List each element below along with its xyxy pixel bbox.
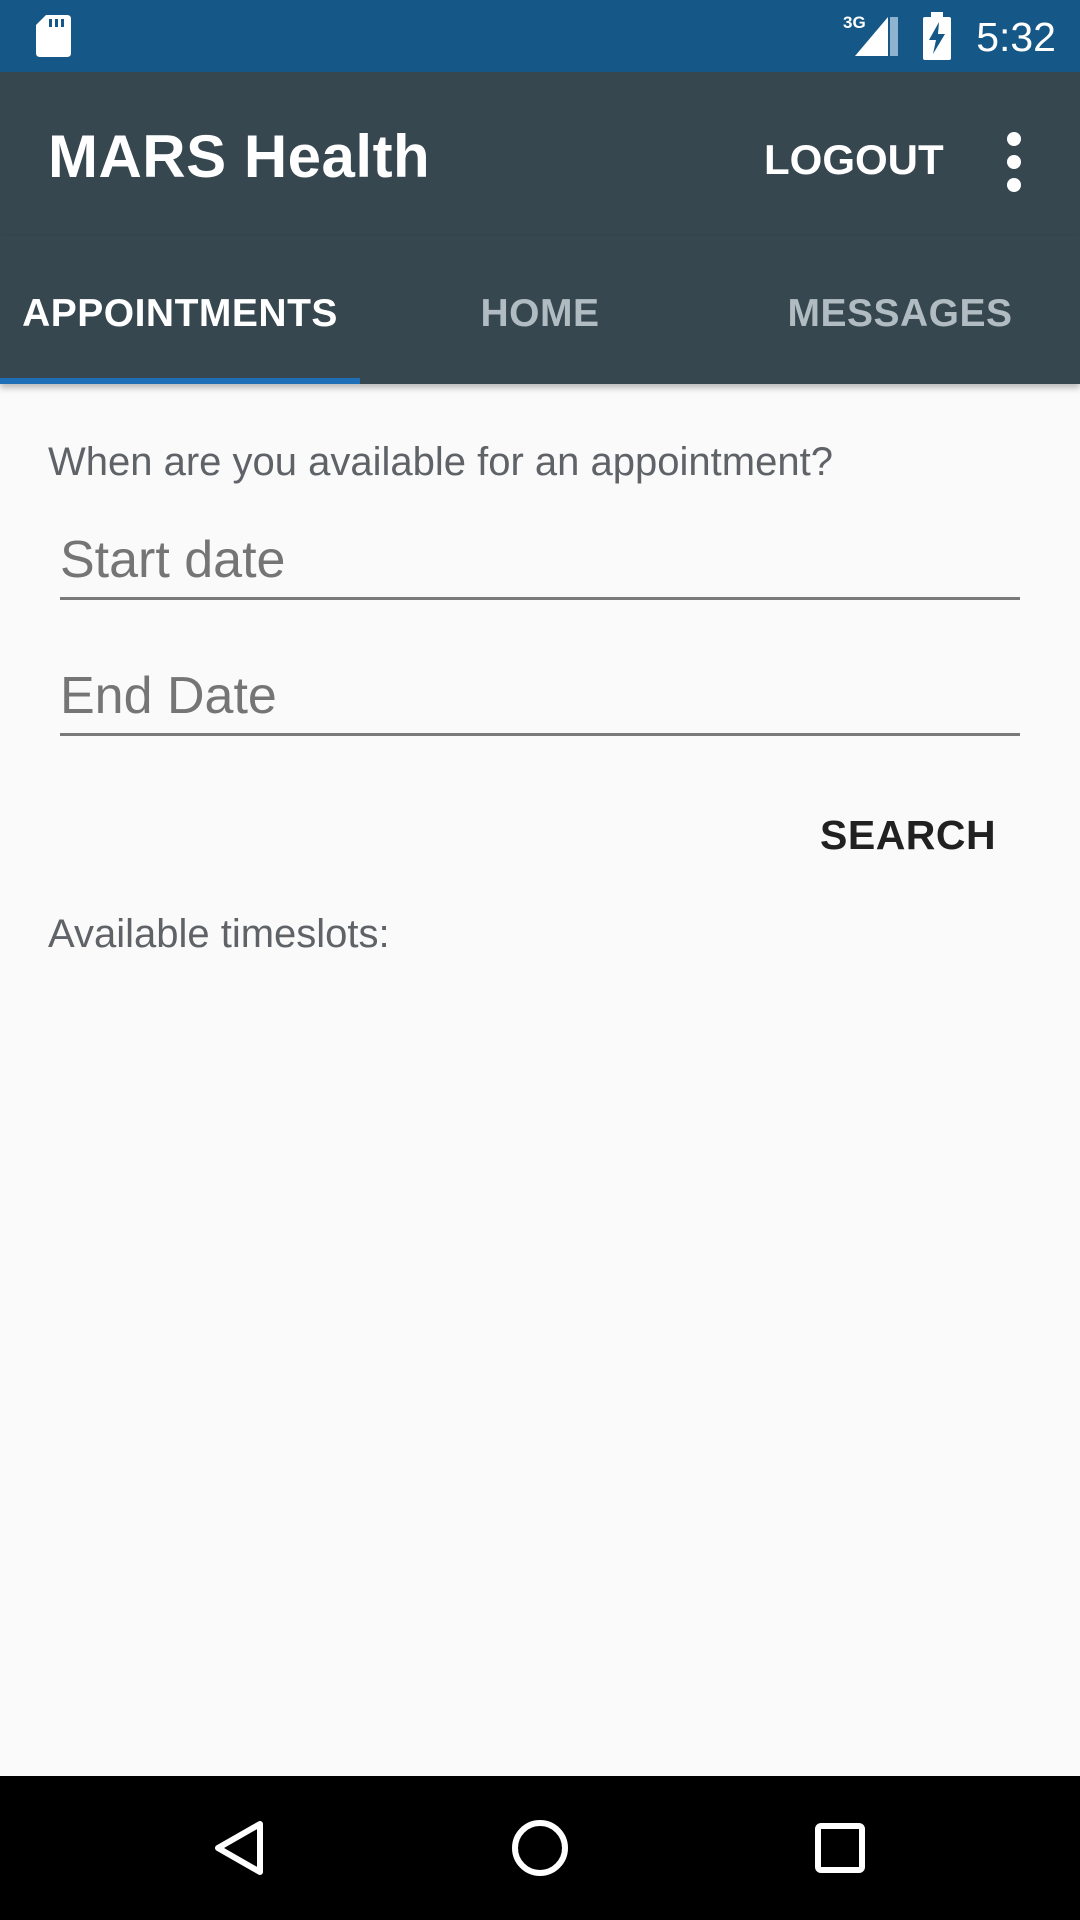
recent-apps-icon[interactable] <box>790 1798 890 1898</box>
start-date-placeholder: Start date <box>60 531 286 589</box>
svg-text:3G: 3G <box>843 13 866 32</box>
overflow-dot <box>1007 178 1021 192</box>
signal-3g-icon: 3G <box>843 13 898 56</box>
end-date-placeholder: End Date <box>60 667 277 725</box>
tab-bar: APPOINTMENTS HOME MESSAGES <box>0 236 1080 384</box>
more-vertical-icon[interactable] <box>990 122 1038 202</box>
screen: 3G 5:32 MARS Health LOGOUT APPOINTMENTS … <box>0 0 1080 1920</box>
app-toolbar: MARS Health LOGOUT <box>0 72 1080 236</box>
app-title: MARS Health <box>48 123 431 190</box>
timeslots-label: Available timeslots: <box>48 912 390 956</box>
tab-indicator <box>0 378 360 384</box>
logout-button[interactable]: LOGOUT <box>740 130 968 190</box>
status-bar: 3G 5:32 <box>0 0 1080 72</box>
tab-messages[interactable]: MESSAGES <box>720 236 1080 384</box>
overflow-dot <box>1007 155 1021 169</box>
back-icon[interactable] <box>190 1798 290 1898</box>
availability-question: When are you available for an appointmen… <box>48 440 833 484</box>
search-button[interactable]: SEARCH <box>794 800 1022 870</box>
sd-card-icon <box>36 15 71 57</box>
tab-appointments[interactable]: APPOINTMENTS <box>0 236 360 384</box>
status-clock: 5:32 <box>976 14 1056 60</box>
home-icon[interactable] <box>490 1798 590 1898</box>
battery-charging-icon <box>923 12 951 60</box>
overflow-dot <box>1007 132 1021 146</box>
start-date-field[interactable]: Start date <box>60 520 1020 600</box>
end-date-field[interactable]: End Date <box>60 656 1020 736</box>
navigation-bar <box>0 1776 1080 1920</box>
tab-home[interactable]: HOME <box>360 236 720 384</box>
